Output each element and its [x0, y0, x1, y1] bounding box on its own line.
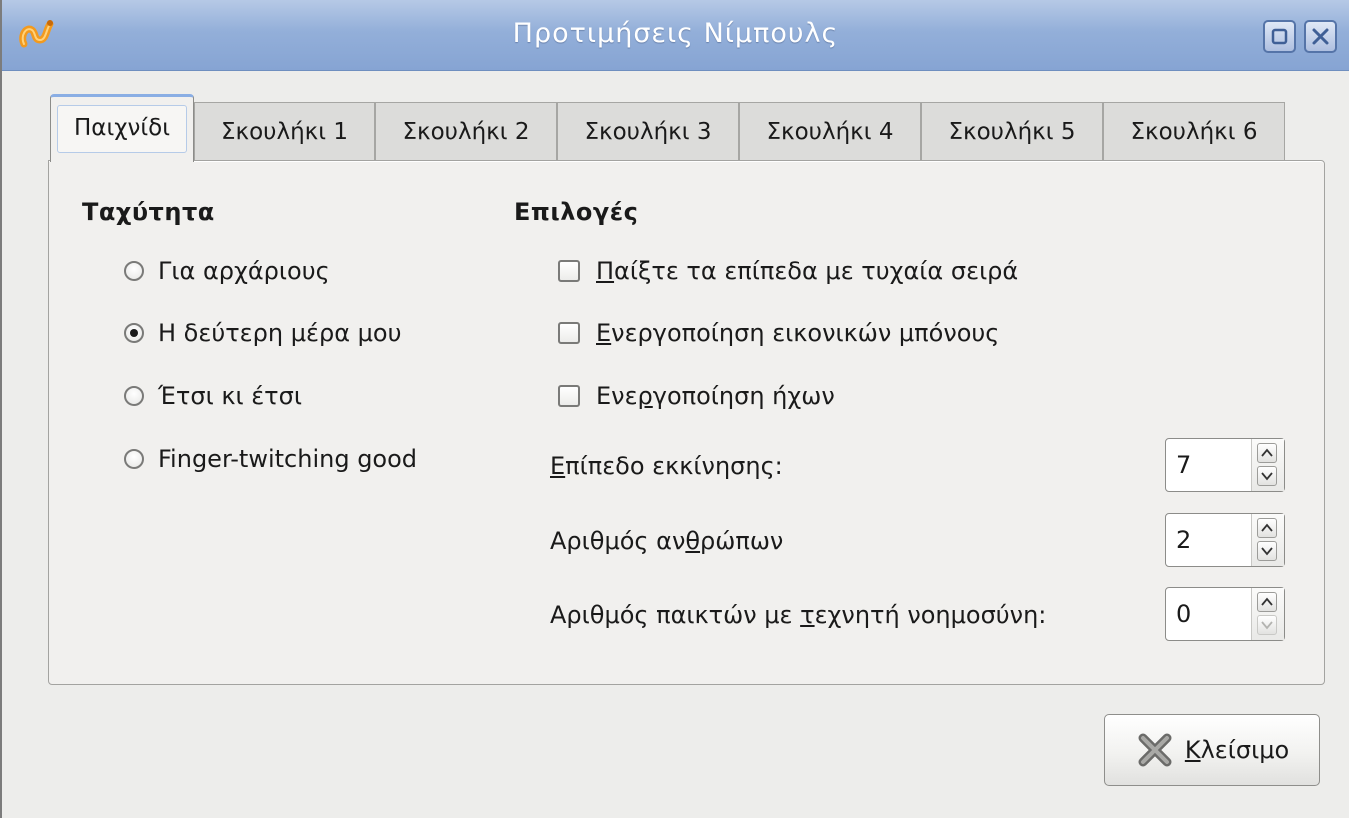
starting-level-spinbutton[interactable]: 7	[1165, 438, 1285, 492]
tab-game[interactable]: Παιχνίδι	[50, 94, 194, 162]
chevron-down-icon	[1261, 472, 1273, 481]
human-players-value[interactable]: 2	[1176, 514, 1191, 566]
speed-option-so-so[interactable]: Έτσι κι έτσι	[124, 379, 302, 413]
title-bar[interactable]: Προτιμήσεις Νίμπουλς	[2, 0, 1349, 71]
random-levels-label: Παίξτε τα επίπεδα με τυχαία σειρά	[596, 257, 1019, 285]
close-icon	[1312, 28, 1329, 45]
speed-option-beginner[interactable]: Για αρχάριους	[124, 254, 330, 288]
chevron-up-icon	[1261, 523, 1273, 532]
human-players-spinbutton[interactable]: 2	[1165, 513, 1285, 567]
speed-option-label: Έτσι κι έτσι	[158, 382, 302, 410]
chevron-down-icon	[1261, 547, 1273, 556]
spin-buttons	[1251, 514, 1284, 566]
speed-option-label: Για αρχάριους	[158, 257, 330, 285]
close-window-button[interactable]	[1304, 20, 1337, 53]
radio-button[interactable]	[124, 449, 144, 469]
increment-button[interactable]	[1257, 592, 1277, 612]
ai-players-label: Αριθμός παικτών με τεχνητή νοημοσύνη:	[550, 601, 1047, 629]
fake-bonuses-checkbox[interactable]	[558, 322, 580, 344]
increment-button[interactable]	[1257, 443, 1277, 463]
speed-option-finger-twitching[interactable]: Finger-twitching good	[124, 442, 417, 476]
speed-option-label: Η δεύτερη μέρα μου	[158, 319, 402, 347]
close-icon	[1138, 733, 1172, 767]
radio-button[interactable]	[124, 386, 144, 406]
random-levels-checkbox-row[interactable]: Παίξτε τα επίπεδα με τυχαία σειρά	[558, 254, 1018, 288]
increment-button[interactable]	[1257, 518, 1277, 538]
fake-bonuses-checkbox-row[interactable]: Ενεργοποίηση εικονικών μπόνους	[558, 316, 999, 350]
ai-players-value[interactable]: 0	[1176, 588, 1191, 640]
tab-worm-3[interactable]: Σκουλήκι 3	[557, 102, 739, 160]
tab-worm-4[interactable]: Σκουλήκι 4	[739, 102, 921, 160]
radio-button[interactable]	[124, 261, 144, 281]
human-players-label: Αριθμός ανθρώπων	[550, 527, 784, 555]
close-button[interactable]: Κλείσιμο	[1104, 714, 1320, 786]
sounds-label: Ενεργοποίηση ήχων	[596, 382, 835, 410]
speed-option-second-day[interactable]: Η δεύτερη μέρα μου	[124, 316, 401, 350]
decrement-button-disabled	[1257, 615, 1277, 635]
sounds-checkbox-row[interactable]: Ενεργοποίηση ήχων	[558, 379, 835, 413]
maximize-icon	[1271, 28, 1288, 45]
decrement-button[interactable]	[1257, 466, 1277, 486]
options-section-title: Επιλογές	[514, 198, 639, 226]
tab-worm-6[interactable]: Σκουλήκι 6	[1103, 102, 1285, 160]
tab-worm-1[interactable]: Σκουλήκι 1	[194, 102, 375, 160]
spin-buttons	[1251, 588, 1284, 640]
maximize-button[interactable]	[1263, 20, 1296, 53]
starting-level-label: Επίπεδο εκκίνησης:	[550, 452, 783, 480]
fake-bonuses-label: Ενεργοποίηση εικονικών μπόνους	[596, 319, 1000, 347]
starting-level-value[interactable]: 7	[1176, 439, 1191, 491]
chevron-up-icon	[1261, 448, 1273, 457]
preferences-window: Προτιμήσεις Νίμπουλς Παιχνίδι Σκουλήκι 1…	[0, 0, 1349, 818]
sounds-checkbox[interactable]	[558, 385, 580, 407]
speed-section-title: Ταχύτητα	[82, 198, 215, 226]
radio-button-selected[interactable]	[124, 323, 144, 343]
ai-players-spinbutton[interactable]: 0	[1165, 587, 1285, 641]
tab-worm-5[interactable]: Σκουλήκι 5	[921, 102, 1103, 160]
decrement-button[interactable]	[1257, 541, 1277, 561]
random-levels-checkbox[interactable]	[558, 260, 580, 282]
window-title: Προτιμήσεις Νίμπουλς	[512, 18, 839, 49]
tab-worm-2[interactable]: Σκουλήκι 2	[375, 102, 557, 160]
chevron-up-icon	[1261, 597, 1273, 606]
tab-game-label: Παιχνίδι	[57, 105, 187, 153]
chevron-down-icon	[1261, 621, 1273, 630]
close-button-label: Κλείσιμο	[1184, 736, 1290, 764]
spin-buttons	[1251, 439, 1284, 491]
speed-option-label: Finger-twitching good	[158, 445, 418, 473]
